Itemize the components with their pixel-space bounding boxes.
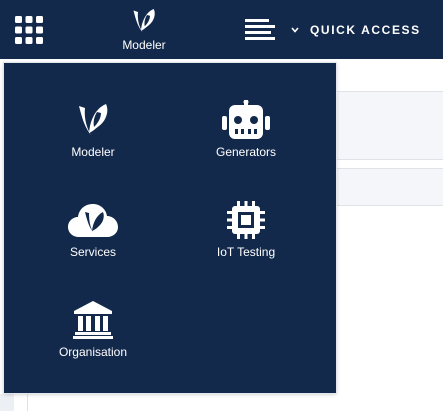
quick-access-dropdown[interactable]: QUICK ACCESS — [290, 21, 421, 39]
background-sidebar-strip — [0, 394, 14, 411]
app-tile-services[interactable]: Services — [33, 200, 153, 280]
chevron-down-icon — [291, 27, 299, 33]
app-tile-organisation[interactable]: Organisation — [33, 300, 153, 380]
app-tile-generators[interactable]: Generators — [186, 100, 306, 180]
quick-access-label: QUICK ACCESS — [310, 23, 421, 37]
app-tile-iot-testing[interactable]: IoT Testing — [186, 200, 306, 280]
background-table-header — [336, 168, 443, 206]
menu-lines-icon[interactable] — [245, 19, 275, 41]
chip-icon — [227, 201, 265, 239]
brand-modeler-link[interactable]: Modeler — [112, 5, 176, 55]
app-tile-label: Organisation — [58, 345, 128, 359]
app-tile-label: Generators — [215, 145, 277, 159]
background-panel — [336, 92, 443, 160]
background-divider-vertical — [27, 394, 28, 411]
robot-icon — [222, 100, 270, 139]
app-tile-label: IoT Testing — [216, 245, 276, 259]
modeler-logo-icon — [79, 104, 108, 135]
apps-grid-icon[interactable] — [15, 16, 43, 44]
app-tile-modeler[interactable]: Modeler — [33, 100, 153, 180]
institution-icon — [73, 301, 113, 339]
app-tile-label: Modeler — [71, 145, 115, 159]
cloud-logo-icon — [68, 204, 118, 237]
app-tile-label: Services — [69, 245, 116, 259]
top-navigation-bar: Modeler QUICK ACCESS — [0, 0, 443, 59]
modeler-logo-icon — [133, 9, 155, 33]
brand-label: Modeler — [122, 38, 166, 52]
apps-dropdown-panel: Modeler Generators Services IoT Testing … — [4, 63, 336, 393]
